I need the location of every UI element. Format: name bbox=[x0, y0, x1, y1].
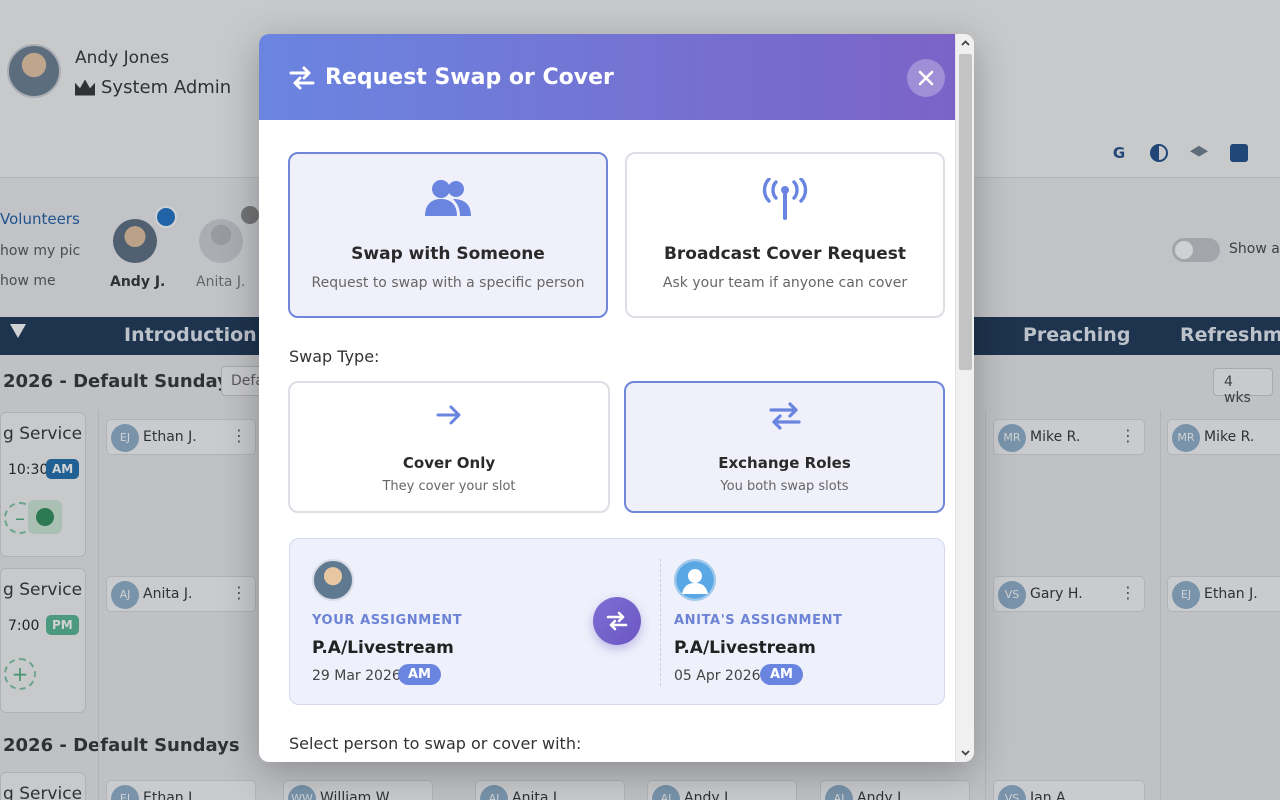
scrollbar-thumb[interactable] bbox=[959, 54, 972, 370]
chevron-up-icon[interactable] bbox=[960, 38, 971, 49]
option-title: Broadcast Cover Request bbox=[663, 244, 907, 264]
broadcast-cover-option[interactable]: Broadcast Cover Request Ask your team if… bbox=[625, 152, 945, 318]
their-period-badge: AM bbox=[760, 664, 803, 685]
option-subtitle: They cover your slot bbox=[382, 479, 516, 494]
swap-with-someone-option[interactable]: Swap with Someone Request to swap with a… bbox=[288, 152, 608, 318]
assignment-divider bbox=[660, 559, 661, 686]
their-assignment-role: P.A/Livestream bbox=[674, 638, 816, 658]
swap-request-modal: Request Swap or Cover Swap with Someone … bbox=[259, 34, 974, 762]
modal-header: Request Swap or Cover bbox=[259, 34, 955, 120]
close-icon bbox=[918, 70, 934, 86]
exchange-icon bbox=[606, 611, 628, 631]
option-subtitle: Ask your team if anyone can cover bbox=[662, 275, 908, 291]
your-assignment-date: 29 Mar 2026 bbox=[312, 668, 401, 684]
swap-direction-icon bbox=[593, 597, 641, 645]
cover-only-option[interactable]: Cover Only They cover your slot bbox=[288, 381, 610, 513]
your-avatar bbox=[312, 559, 354, 601]
users-icon bbox=[425, 180, 471, 216]
your-assignment-role: P.A/Livestream bbox=[312, 638, 454, 658]
option-subtitle: Request to swap with a specific person bbox=[311, 275, 585, 291]
select-person-label: Select person to swap or cover with: bbox=[289, 734, 582, 753]
swap-type-label: Swap Type: bbox=[289, 347, 380, 366]
exchange-icon bbox=[768, 402, 801, 430]
their-avatar bbox=[674, 559, 716, 601]
option-title: Exchange Roles bbox=[718, 454, 851, 472]
arrow-right-icon bbox=[436, 405, 461, 425]
user-placeholder-icon bbox=[676, 561, 714, 599]
option-title: Swap with Someone bbox=[351, 244, 545, 264]
broadcast-icon bbox=[762, 178, 808, 220]
modal-title: Request Swap or Cover bbox=[325, 65, 614, 90]
option-subtitle: You both swap slots bbox=[720, 479, 849, 494]
exchange-roles-option[interactable]: Exchange Roles You both swap slots bbox=[624, 381, 945, 513]
exchange-icon bbox=[289, 66, 315, 90]
your-assignment-label: YOUR ASSIGNMENT bbox=[312, 613, 463, 628]
your-period-badge: AM bbox=[398, 664, 441, 685]
their-assignment-date: 05 Apr 2026 bbox=[674, 668, 761, 684]
close-button[interactable] bbox=[907, 59, 945, 97]
assignment-summary: YOUR ASSIGNMENT P.A/Livestream 29 Mar 20… bbox=[289, 538, 945, 705]
chevron-down-icon[interactable] bbox=[960, 747, 971, 758]
their-assignment-label: ANITA'S ASSIGNMENT bbox=[674, 613, 843, 628]
scrollbar[interactable] bbox=[955, 34, 974, 762]
option-title: Cover Only bbox=[402, 454, 496, 472]
